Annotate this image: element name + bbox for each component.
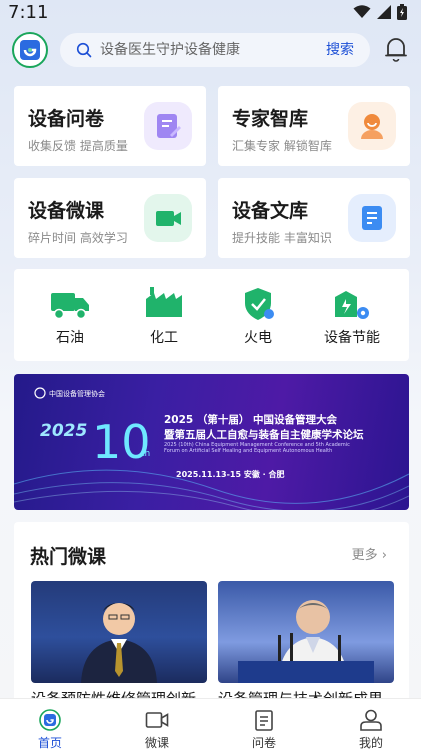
tab-home[interactable]: 首页 <box>8 699 92 754</box>
expert-icon <box>348 102 396 150</box>
shield-icon <box>245 288 274 320</box>
card-questionnaire[interactable]: 设备问卷 收集反馈 提高质量 <box>14 86 206 166</box>
speaker-image <box>81 603 157 683</box>
card-title: 设备文库 <box>232 200 309 222</box>
user-icon <box>360 709 382 731</box>
card-title: 专家智库 <box>232 108 309 130</box>
card-subtitle: 汇集专家 解锁智库 <box>232 139 332 153</box>
video-thumb-1[interactable] <box>31 581 207 683</box>
industry-label: 石油 <box>56 330 84 346</box>
tab-questionnaire[interactable]: 问卷 <box>222 699 306 754</box>
card-title: 设备微课 <box>28 200 105 222</box>
home-logo-icon <box>39 709 61 731</box>
banner-date: 2025.11.13-15 安徽 · 合肥 <box>176 469 284 479</box>
questionnaire-icon <box>144 102 192 150</box>
status-time: 7:11 <box>8 2 49 23</box>
banner-line1: 2025 （第十届） 中国设备管理大会 <box>164 413 338 426</box>
card-expert[interactable]: 专家智库 汇集专家 解锁智库 <box>218 86 410 166</box>
industry-thermal-power[interactable]: 火电 <box>216 269 296 361</box>
logo-icon <box>20 40 40 60</box>
more-label: 更多 <box>351 548 378 563</box>
video-camera-icon <box>145 712 169 728</box>
industry-chemical[interactable]: 化工 <box>122 269 202 361</box>
search-button[interactable]: 搜索 <box>326 33 354 67</box>
industry-label: 设备节能 <box>324 330 380 346</box>
bell-icon[interactable] <box>384 36 408 62</box>
status-icons <box>353 4 407 20</box>
bottom-tab-bar: 首页 微课 问卷 我的 <box>0 698 421 754</box>
card-microcourse[interactable]: 设备微课 碎片时间 高效学习 <box>14 178 206 258</box>
tab-label: 我的 <box>358 736 383 750</box>
card-library[interactable]: 设备文库 提升技能 丰富知识 <box>218 178 410 258</box>
card-title: 设备问卷 <box>28 108 105 130</box>
app-logo[interactable] <box>12 32 48 68</box>
banner-graphic: 中国设备管理协会 2025 10 th 2025 （第十届） 中国设备管理大会 … <box>14 387 409 510</box>
industry-label: 火电 <box>244 330 272 346</box>
hot-courses-section: 热门微课 更多 › 设备预防性维修管理创新 设备管理与技术创新成果 <box>14 522 409 708</box>
banner-english: 2025 (10th) China Equipment Management C… <box>164 442 350 454</box>
industry-petroleum[interactable]: 石油 <box>28 269 108 361</box>
speaker-image <box>238 600 374 683</box>
banner-org: 中国设备管理协会 <box>49 389 105 398</box>
tab-label: 首页 <box>37 736 62 750</box>
tab-profile[interactable]: 我的 <box>329 699 413 754</box>
video-thumb-2[interactable] <box>218 581 394 683</box>
tab-label: 问卷 <box>251 736 276 750</box>
search-bar[interactable]: 设备医生守护设备健康 搜索 <box>60 33 370 67</box>
energy-gear-icon <box>335 291 369 319</box>
card-subtitle: 提升技能 丰富知识 <box>232 231 332 245</box>
conference-banner[interactable]: 中国设备管理协会 2025 10 th 2025 （第十届） 中国设备管理大会 … <box>14 374 409 510</box>
header: 设备医生守护设备健康 搜索 <box>0 30 421 70</box>
industry-energy-saving[interactable]: 设备节能 <box>310 269 390 361</box>
truck-icon <box>51 293 89 320</box>
section-title: 热门微课 <box>30 546 107 568</box>
document-icon <box>348 194 396 242</box>
card-subtitle: 碎片时间 高效学习 <box>28 231 128 245</box>
video-icon <box>144 194 192 242</box>
industry-categories: 石油 化工 火电 设备节能 <box>14 269 409 361</box>
battery-icon <box>397 4 407 20</box>
banner-line2: 暨第五届人工自愈与装备自主健康学术论坛 <box>164 428 364 441</box>
industry-label: 化工 <box>150 330 178 346</box>
banner-edition: 10 <box>92 415 151 469</box>
status-bar: 7:11 <box>0 0 421 26</box>
search-icon <box>76 42 92 58</box>
document-outline-icon <box>255 710 273 731</box>
banner-year: 2025 <box>40 421 87 441</box>
banner-edition-suffix: th <box>141 449 150 459</box>
more-link[interactable]: 更多 › <box>352 544 387 563</box>
tab-microcourse[interactable]: 微课 <box>115 699 199 754</box>
card-subtitle: 收集反馈 提高质量 <box>28 139 128 153</box>
signal-icon <box>377 5 391 19</box>
search-input[interactable]: 设备医生守护设备健康 <box>100 33 240 67</box>
chevron-right-icon: › <box>381 548 387 563</box>
wifi-icon <box>353 5 371 18</box>
factory-icon <box>146 287 182 317</box>
tab-label: 微课 <box>144 736 169 750</box>
